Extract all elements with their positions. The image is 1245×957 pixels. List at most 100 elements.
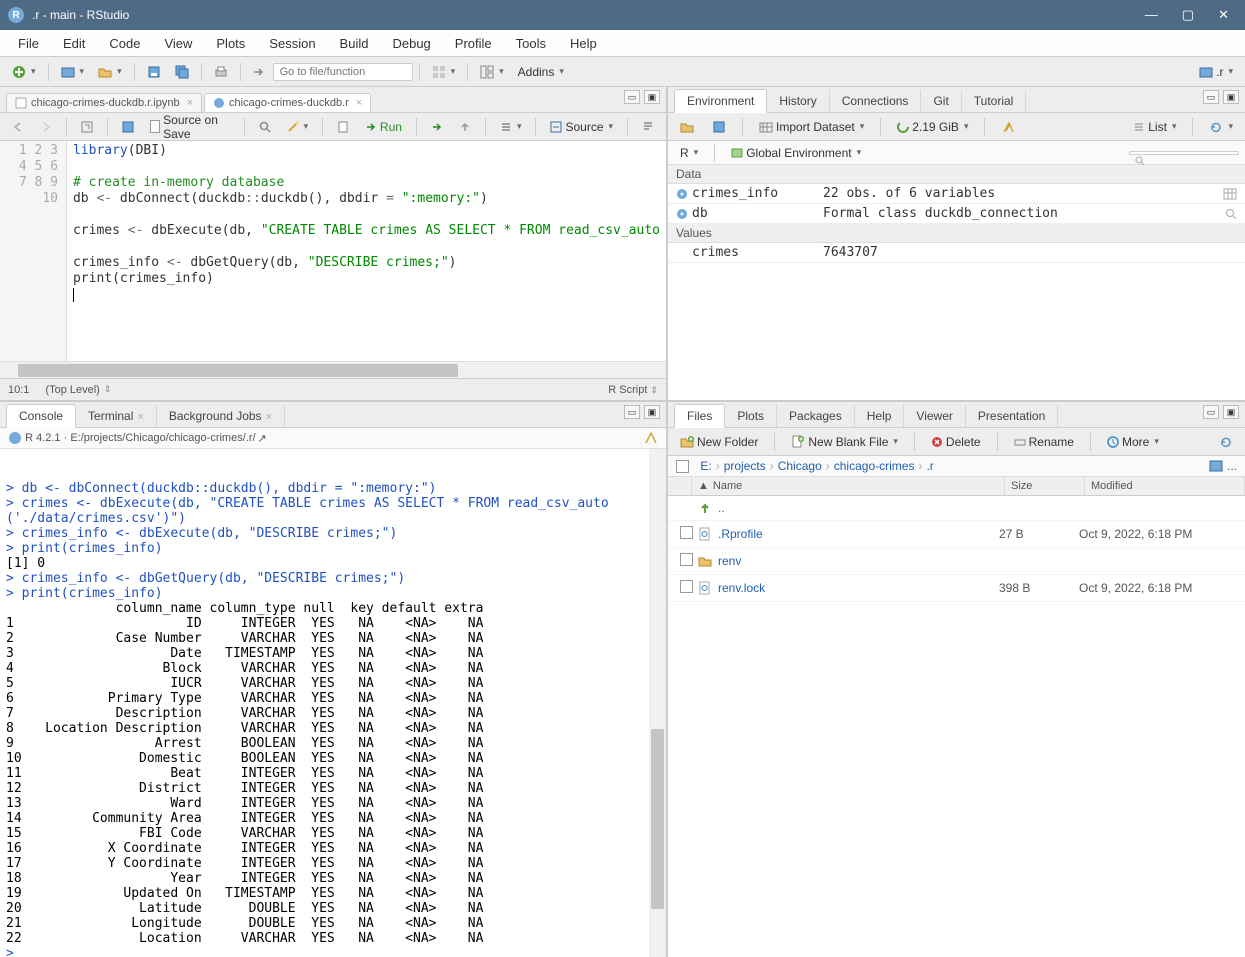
env-scope-selector[interactable]: Global Environment▾ [725, 143, 867, 163]
env-row[interactable]: crimes_info 22 obs. of 6 variables [668, 184, 1245, 204]
nav-back-button[interactable] [6, 118, 30, 136]
tab-background-jobs[interactable]: Background Jobs× [157, 405, 285, 427]
nav-forward-button[interactable] [34, 118, 58, 136]
more-button[interactable]: More▾ [1101, 432, 1165, 452]
pane-minimize-button[interactable]: ▭ [1203, 405, 1219, 419]
pane-minimize-button[interactable]: ▭ [624, 405, 640, 419]
menu-plots[interactable]: Plots [206, 32, 255, 55]
tab-environment[interactable]: Environment [674, 89, 767, 113]
col-name[interactable]: ▲ Name [692, 477, 1005, 495]
source-dropdown-button[interactable]: Source▾ [544, 117, 619, 137]
console-vscrollbar[interactable] [649, 449, 666, 957]
new-file-button[interactable]: ▾ [6, 62, 42, 82]
save-source-button[interactable] [116, 118, 140, 136]
breadcrumb-seg[interactable]: projects [724, 459, 766, 473]
tab-presentation[interactable]: Presentation [966, 405, 1058, 427]
close-button[interactable]: ✕ [1218, 7, 1229, 23]
goto-file-input[interactable] [273, 63, 413, 81]
tab-console[interactable]: Console [6, 404, 76, 428]
env-row[interactable]: crimes 7643707 [668, 243, 1245, 263]
editor-content[interactable]: library(DBI) # create in-memory database… [67, 141, 666, 361]
new-folder-button[interactable]: New Folder [674, 432, 764, 452]
goto-button[interactable] [247, 63, 271, 81]
find-button[interactable] [253, 118, 277, 136]
file-row[interactable]: .Rprofile 27 B Oct 9, 2022, 6:18 PM [668, 521, 1245, 548]
tab-history[interactable]: History [767, 90, 829, 112]
rerun-button[interactable] [425, 118, 449, 136]
env-row[interactable]: db Formal class duckdb_connection [668, 204, 1245, 224]
code-editor[interactable]: 1 2 3 4 5 6 7 8 9 10 library(DBI) # crea… [0, 141, 666, 361]
menu-file[interactable]: File [8, 32, 49, 55]
file-checkbox[interactable] [680, 526, 693, 539]
expand-icon[interactable] [676, 208, 688, 220]
col-modified[interactable]: Modified [1085, 477, 1245, 495]
breadcrumb-seg[interactable]: chicago-crimes [834, 459, 915, 473]
show-in-new-window-button[interactable] [75, 118, 99, 136]
language-selector[interactable]: R▾ [674, 143, 704, 163]
pane-maximize-button[interactable]: ▣ [644, 405, 660, 419]
menu-session[interactable]: Session [259, 32, 325, 55]
env-search-input[interactable] [1129, 151, 1239, 155]
pane-maximize-button[interactable]: ▣ [1223, 90, 1239, 104]
file-row[interactable]: renv.lock 398 B Oct 9, 2022, 6:18 PM [668, 575, 1245, 602]
tab-help[interactable]: Help [855, 405, 905, 427]
tab-viewer[interactable]: Viewer [904, 405, 965, 427]
pane-maximize-button[interactable]: ▣ [1223, 405, 1239, 419]
clear-console-button[interactable] [644, 431, 658, 445]
menu-edit[interactable]: Edit [53, 32, 95, 55]
editor-hscrollbar[interactable] [0, 361, 666, 378]
more-path-button[interactable]: ... [1227, 459, 1237, 473]
file-up-row[interactable]: .. [668, 496, 1245, 521]
breadcrumb-seg[interactable]: E: [700, 459, 711, 473]
breadcrumb-seg[interactable]: Chicago [778, 459, 822, 473]
compile-report-button[interactable] [331, 118, 355, 136]
pane-minimize-button[interactable]: ▭ [624, 90, 640, 104]
file-checkbox[interactable] [680, 580, 693, 593]
tab-tutorial[interactable]: Tutorial [962, 90, 1027, 112]
menu-tools[interactable]: Tools [506, 32, 556, 55]
save-button[interactable] [141, 62, 167, 82]
refresh-env-button[interactable]: ▾ [1203, 117, 1239, 137]
breadcrumb-seg[interactable]: .r [926, 459, 933, 473]
tab-terminal[interactable]: Terminal× [76, 405, 157, 427]
refresh-files-button[interactable] [1213, 432, 1239, 452]
document-outline-button[interactable] [636, 118, 660, 136]
tab-git[interactable]: Git [921, 90, 961, 112]
new-project-button[interactable]: ▾ [55, 62, 91, 82]
outline-button[interactable]: ▾ [494, 118, 528, 136]
load-workspace-button[interactable] [674, 117, 700, 137]
wd-popup-icon[interactable]: ↗ [258, 432, 267, 445]
panes-button[interactable]: ▾ [474, 62, 510, 82]
minimize-button[interactable]: — [1145, 7, 1158, 23]
file-checkbox[interactable] [680, 553, 693, 566]
select-all-checkbox[interactable] [676, 460, 689, 473]
source-tab-1[interactable]: chicago-crimes-duckdb.r × [204, 93, 371, 112]
close-icon[interactable]: × [356, 97, 362, 109]
menu-debug[interactable]: Debug [382, 32, 440, 55]
tab-plots[interactable]: Plots [725, 405, 777, 427]
tab-connections[interactable]: Connections [830, 90, 922, 112]
file-row[interactable]: renv [668, 548, 1245, 575]
delete-button[interactable]: Delete [925, 432, 987, 452]
menu-help[interactable]: Help [560, 32, 607, 55]
tools-grid-button[interactable]: ▾ [426, 62, 462, 82]
pane-maximize-button[interactable]: ▣ [644, 90, 660, 104]
menu-build[interactable]: Build [330, 32, 379, 55]
menu-code[interactable]: Code [99, 32, 150, 55]
open-file-button[interactable]: ▾ [92, 62, 128, 82]
close-icon[interactable]: × [187, 97, 193, 109]
r-project-icon[interactable] [1209, 459, 1223, 473]
new-blank-file-button[interactable]: New Blank File▾ [785, 432, 904, 452]
import-dataset-button[interactable]: Import Dataset▾ [753, 117, 870, 137]
scope-selector[interactable]: (Top Level) ⇕ [45, 384, 111, 396]
expand-icon[interactable] [676, 188, 688, 200]
maximize-button[interactable]: ▢ [1182, 7, 1194, 23]
print-button[interactable] [208, 62, 234, 82]
table-icon[interactable] [1223, 188, 1245, 200]
menu-profile[interactable]: Profile [445, 32, 502, 55]
file-type-selector[interactable]: R Script ⇕ [608, 384, 658, 396]
source-on-save-checkbox[interactable]: Source on Save [144, 110, 236, 144]
run-button[interactable]: Run [359, 117, 408, 137]
memory-indicator[interactable]: 2.19 GiB▾ [891, 117, 974, 137]
search-icon[interactable] [1225, 208, 1245, 220]
